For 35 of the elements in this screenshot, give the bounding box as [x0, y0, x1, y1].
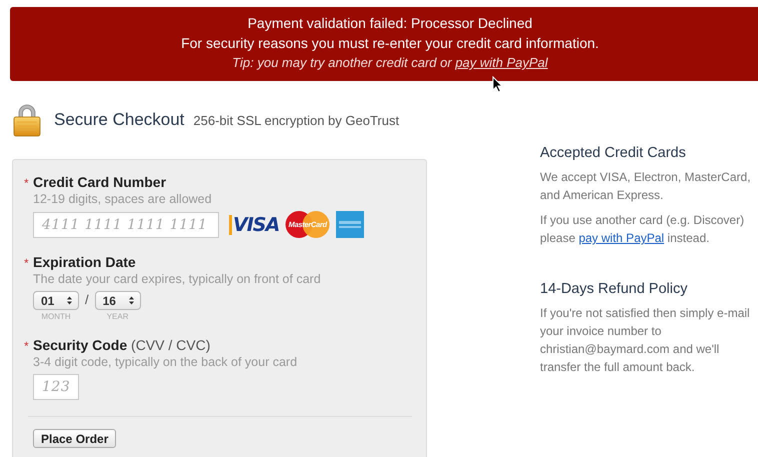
info-paragraph: If you use another card (e.g. Discover) please pay with PayPal instead. [540, 212, 746, 247]
card-number-field[interactable]: 4111 1111 1111 1111 [33, 212, 219, 238]
field-hint: The date your card expires, typically on front of card [33, 272, 322, 286]
ssl-note: 256-bit SSL encryption by GeoTrust [193, 112, 400, 128]
dropdown-caption: MONTH [41, 312, 71, 321]
required-mark: * [24, 339, 30, 353]
amex-logo [336, 211, 364, 238]
error-message: For security reasons you must re-enter your credit card information. [181, 34, 599, 53]
field-label: Expiration Date [33, 254, 136, 270]
padlock-icon [12, 103, 42, 137]
paypal-link[interactable]: pay with PayPal [578, 231, 664, 245]
dropdown[interactable]: 16 [94, 291, 141, 310]
stepper-icon [128, 296, 134, 305]
page-title: Secure Checkout [54, 110, 184, 130]
info-paragraph: We accept VISA, Electron, MasterCard, and American Express. [540, 169, 752, 204]
info-paragraph: If you're not satisfied then simply e-mail your invoice number to christian@baymard.com and we'll transfer the full amount back. [540, 305, 751, 376]
tip-text: Tip: you may try another credit card or pay with PayPal [232, 54, 548, 72]
dropdown[interactable]: 01 [33, 291, 79, 310]
date-separator: / [85, 292, 89, 307]
field-label: Security Code (CVV / CVC) [33, 337, 210, 353]
cursor-icon [492, 76, 503, 93]
section-heading: Accepted Credit Cards [540, 145, 687, 161]
required-mark: * [24, 256, 30, 270]
field-hint: 3-4 digit code, typically on the back of your card [33, 355, 298, 369]
section-heading: 14-Days Refund Policy [540, 281, 688, 297]
dropdown-caption: YEAR [106, 312, 129, 321]
visa-logo: VISA [229, 214, 280, 234]
required-mark: * [24, 176, 30, 190]
place-order-button[interactable]: Place Order [33, 429, 116, 448]
field-hint: 12-19 digits, spaces are allowed [33, 192, 213, 206]
field-label: Credit Card Number [33, 174, 166, 190]
error-title: Payment validation failed: Processor Declined [248, 14, 532, 33]
stepper-icon [67, 296, 72, 305]
security-code-field[interactable]: 123 [33, 374, 79, 400]
paypal-link[interactable]: pay with PayPal [455, 55, 548, 70]
